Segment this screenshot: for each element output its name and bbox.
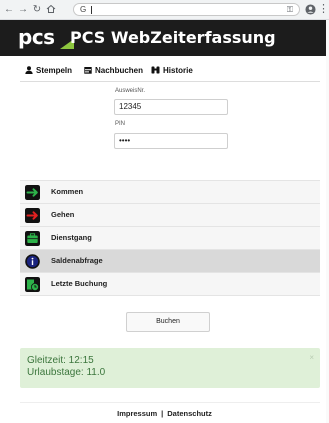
action-dienstgang-label: Dienstgang	[51, 233, 92, 242]
action-saldenabfrage[interactable]: Saldenabfrage	[20, 249, 320, 272]
action-gehen-label: Gehen	[51, 210, 75, 219]
arrow-left-icon	[25, 208, 40, 223]
action-dienstgang[interactable]: Dienstgang	[20, 226, 320, 249]
app-header: pcs PCS WebZeiterfassung	[0, 20, 329, 56]
logo-text: pcs	[18, 25, 55, 49]
datenschutz-link[interactable]: Datenschutz	[167, 409, 212, 418]
clock-icon	[25, 277, 40, 292]
close-icon[interactable]: ×	[309, 353, 314, 363]
omnibox-text: G	[80, 5, 87, 14]
action-letzte-buchung[interactable]: Letzte Buchung	[20, 272, 320, 295]
reload-icon[interactable]: ↻	[31, 3, 43, 16]
arrow-right-icon	[25, 185, 40, 200]
gleitzeit-text: Gleitzeit: 12:15	[27, 355, 94, 366]
briefcase-icon	[25, 231, 40, 246]
app-title: PCS WebZeiterfassung	[70, 28, 276, 47]
back-icon[interactable]: ←	[3, 3, 15, 16]
tab-historie[interactable]: Historie	[151, 64, 193, 78]
home-icon[interactable]	[45, 3, 57, 16]
action-kommen[interactable]: Kommen	[20, 180, 320, 203]
action-kommen-label: Kommen	[51, 187, 84, 196]
address-bar[interactable]: G ⚿	[73, 3, 300, 16]
info-icon	[25, 254, 40, 269]
tab-historie-label: Historie	[163, 66, 193, 75]
pin-input[interactable]: ••••	[114, 133, 228, 149]
tab-stempeln-label: Stempeln	[36, 66, 73, 75]
list-divider	[20, 295, 320, 296]
action-saldenabfrage-label: Saldenabfrage	[51, 256, 103, 265]
tab-nachbuchen-label: Nachbuchen	[95, 66, 144, 75]
tab-stempeln[interactable]: Stempeln	[25, 64, 72, 78]
urlaubstage-text: Urlaubstage: 11.0	[27, 367, 106, 378]
ausweis-label: AusweisNr.	[115, 88, 146, 94]
menu-icon[interactable]: ⋮	[318, 3, 329, 16]
user-icon	[25, 66, 33, 74]
action-gehen[interactable]: Gehen	[20, 203, 320, 226]
tab-divider	[20, 81, 320, 82]
tab-nachbuchen[interactable]: Nachbuchen	[84, 64, 143, 78]
text-cursor	[91, 6, 92, 14]
impressum-link[interactable]: Impressum	[117, 409, 157, 418]
browser-toolbar: ← → ↻ G ⚿ ⋮	[0, 0, 329, 20]
balance-alert: Gleitzeit: 12:15 Urlaubstage: 11.0 ×	[20, 348, 320, 388]
action-letzte-buchung-label: Letzte Buchung	[51, 279, 108, 288]
account-icon[interactable]	[304, 3, 316, 16]
forward-icon[interactable]: →	[17, 3, 29, 16]
binoculars-icon	[151, 66, 160, 74]
pin-label: PIN	[115, 121, 126, 127]
calendar-icon	[84, 67, 92, 74]
key-icon[interactable]: ⚿	[287, 4, 293, 16]
footer: Impressum | Datenschutz	[0, 408, 329, 420]
ausweis-input[interactable]: 12345	[114, 99, 228, 115]
buchen-button[interactable]: Buchen	[126, 312, 210, 332]
nav-tabs: Stempeln Nachbuchen Historie	[20, 64, 320, 78]
footer-divider	[20, 402, 320, 403]
footer-separator: |	[161, 409, 164, 418]
